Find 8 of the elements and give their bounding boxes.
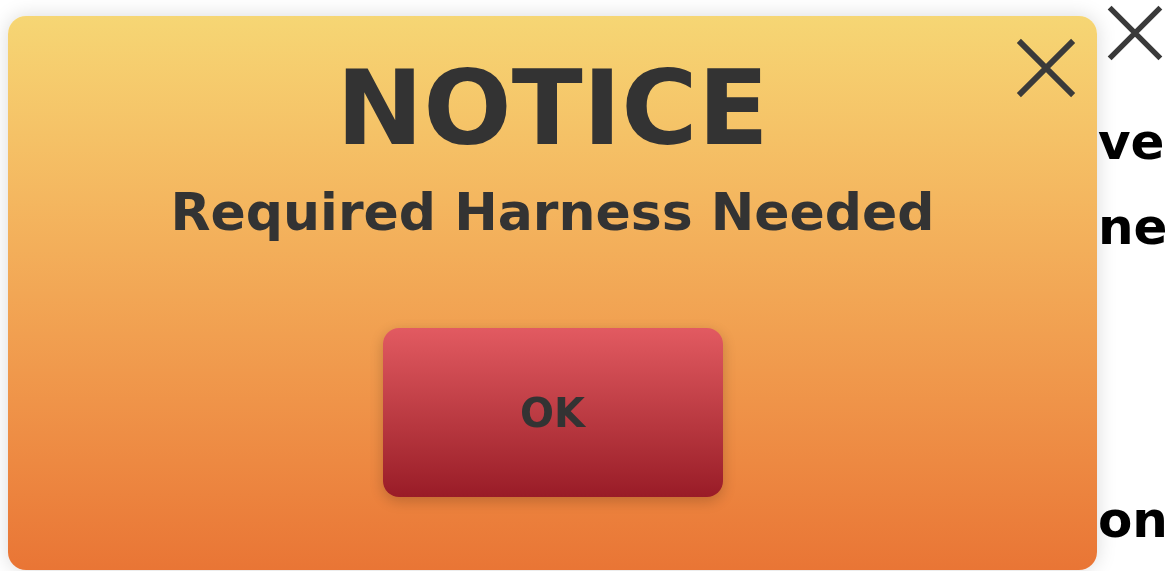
background-text: ve — [1098, 112, 1166, 172]
close-icon[interactable] — [1106, 4, 1164, 62]
close-icon[interactable] — [1015, 37, 1077, 99]
ok-button[interactable]: OK — [382, 328, 723, 497]
dialog-message: Required Harness Needed — [170, 181, 935, 244]
background-text: on — [1098, 490, 1169, 550]
background-text: ne — [1098, 197, 1169, 257]
dialog-title: NOTICE — [336, 50, 769, 166]
